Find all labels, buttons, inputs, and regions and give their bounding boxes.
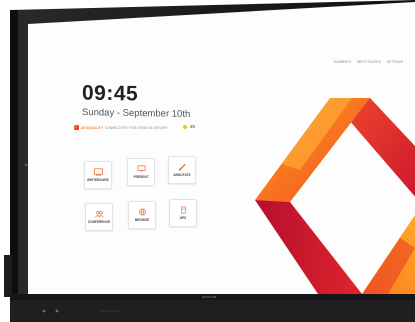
present-icon xyxy=(137,165,145,173)
app-label: CONFERENCE xyxy=(87,220,111,224)
annotate-icon xyxy=(178,163,186,171)
app-label: BROWSE xyxy=(134,218,150,222)
app-label: UPS xyxy=(179,216,187,220)
bezel-brand: AVOCOR xyxy=(202,295,217,299)
weather-widget: 26 xyxy=(183,124,195,129)
sun-icon xyxy=(183,124,187,129)
clock-time: 09:45 xyxy=(82,81,139,106)
weather-temp: 26 xyxy=(190,124,196,129)
app-label: ANNOTATE xyxy=(173,173,191,177)
interactive-display-photo xyxy=(0,0,415,322)
status-brand: AVOQUALITY xyxy=(81,125,103,130)
top-status-bar: ELEMENTS INPUT SOURCE SETTINGS xyxy=(334,60,403,64)
conference-icon xyxy=(94,210,104,218)
topbar-item-settings[interactable]: SETTINGS xyxy=(387,60,403,64)
app-tile-ups[interactable]: UPS xyxy=(169,199,197,227)
topbar-item-elements[interactable]: ELEMENTS xyxy=(334,60,351,64)
app-tile-conference[interactable]: CONFERENCE xyxy=(85,203,113,231)
status-row: AVOQUALITY CONNECTIVITY FOR CREATIVE GRO… xyxy=(74,125,168,130)
ups-icon xyxy=(180,206,186,214)
app-label: WHITEBOARD xyxy=(87,178,109,182)
app-tile-browse[interactable]: BROWSE xyxy=(128,201,156,229)
app-tile-present[interactable]: PRESENT xyxy=(127,158,155,186)
status-text: CONNECTIVITY FOR CREATIVE GROUPS xyxy=(104,125,168,130)
topbar-item-input-source[interactable]: INPUT SOURCE xyxy=(357,60,381,64)
clock-date: Sunday - September 10th xyxy=(82,107,191,120)
app-tile-annotate[interactable]: ANNOTATE xyxy=(168,156,196,184)
app-label: PRESENT xyxy=(133,175,149,179)
brand-logo-icon xyxy=(74,125,79,130)
display-screen xyxy=(28,2,415,294)
globe-icon xyxy=(138,208,146,216)
whiteboard-icon xyxy=(93,168,103,176)
app-tile-whiteboard[interactable]: WHITEBOARD xyxy=(84,161,112,189)
